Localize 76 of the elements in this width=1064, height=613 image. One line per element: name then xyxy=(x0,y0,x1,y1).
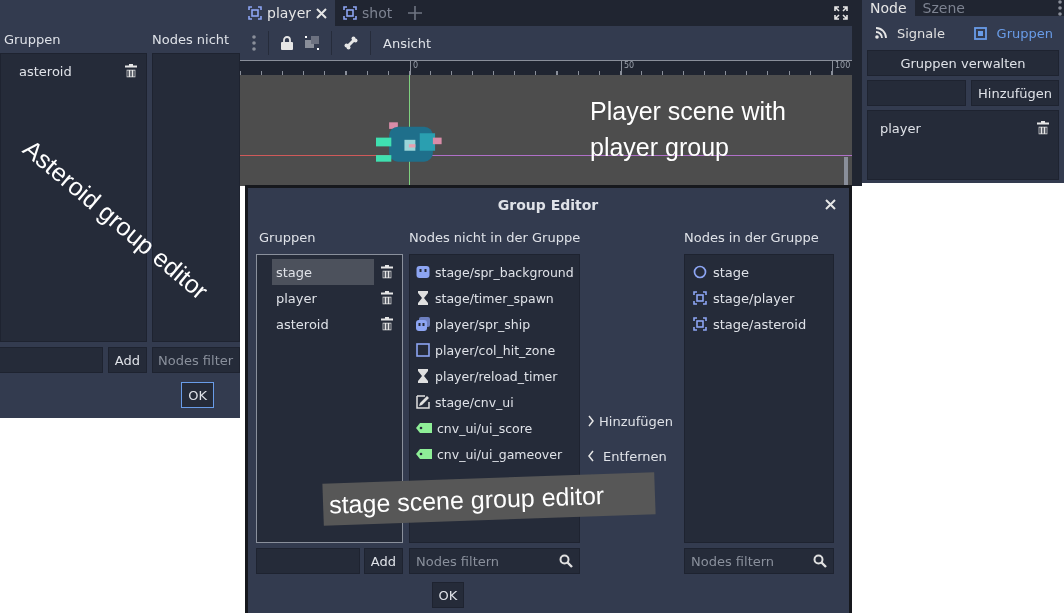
trash-icon[interactable] xyxy=(380,316,394,332)
expand-icon[interactable] xyxy=(834,6,848,20)
plus-icon[interactable] xyxy=(408,6,423,20)
add-button[interactable]: Add xyxy=(363,548,403,574)
pencil-square-icon xyxy=(416,395,430,409)
scene-tab[interactable]: shot xyxy=(335,0,401,26)
column-heading: Nodes nicht in der Gruppe xyxy=(409,230,581,245)
section-tab[interactable]: Gruppen xyxy=(973,22,1053,44)
manage-groups-button[interactable]: Gruppen verwalten xyxy=(867,50,1059,76)
lock-icon[interactable] xyxy=(281,36,293,50)
remove-node-button[interactable]: Entfernen xyxy=(588,448,667,464)
circle-icon xyxy=(693,265,707,279)
node-item[interactable]: player/spr_ship xyxy=(414,311,575,337)
bone-icon[interactable] xyxy=(344,36,358,50)
scene-tab[interactable]: player xyxy=(240,0,335,26)
node-item[interactable]: cnv_ui/ui_score xyxy=(414,415,575,441)
tag-icon xyxy=(416,448,432,460)
node-item[interactable]: stage/cnv_ui xyxy=(414,389,575,415)
group-item[interactable]: stage xyxy=(272,259,374,285)
node-item[interactable]: stage/player xyxy=(689,285,829,311)
search-icon[interactable] xyxy=(813,554,827,568)
more-icon[interactable] xyxy=(1058,0,1062,16)
hourglass-icon xyxy=(416,369,430,383)
column-heading: Gruppen xyxy=(259,230,316,245)
node-item[interactable]: player/col_hit_zone xyxy=(414,337,575,363)
node-item[interactable]: stage/asteroid xyxy=(689,311,829,337)
node-item[interactable]: cnv_ui/ui_gameover xyxy=(414,441,575,467)
node-item[interactable]: stage xyxy=(689,259,829,285)
annotation: Player scene with player group xyxy=(590,96,787,163)
hourglass-icon xyxy=(416,291,430,305)
trash-icon[interactable] xyxy=(124,63,138,79)
dock-tab[interactable]: Node xyxy=(862,0,915,16)
view-menu[interactable]: Ansicht xyxy=(383,35,431,51)
add-node-button[interactable]: Hinzufügen xyxy=(588,413,673,429)
add-button[interactable]: Hinzufügen xyxy=(971,80,1059,106)
column-heading: Nodes in der Gruppe xyxy=(684,230,819,245)
add-button[interactable]: Add xyxy=(107,347,147,373)
group-item[interactable]: asteroid xyxy=(11,58,76,84)
frame-icon xyxy=(343,6,357,20)
chevron-left-icon xyxy=(588,450,594,462)
filter-field[interactable]: Nodes filtern xyxy=(409,548,580,574)
filter-field[interactable]: Nodes filter xyxy=(152,347,240,373)
dialog-title: Group Editor xyxy=(497,196,599,213)
search-icon[interactable] xyxy=(559,554,573,568)
tag-icon xyxy=(416,422,432,434)
stacked-robot-icon xyxy=(416,317,430,331)
trash-icon[interactable] xyxy=(1036,120,1050,136)
group-name-field[interactable] xyxy=(867,80,966,106)
column-heading: Gruppen xyxy=(3,31,61,47)
dock-tab[interactable]: Szene xyxy=(914,0,973,16)
frame-icon xyxy=(248,6,262,20)
squares-icon[interactable] xyxy=(305,36,319,50)
close-icon[interactable] xyxy=(825,199,836,210)
more-icon[interactable] xyxy=(252,35,256,51)
trash-icon[interactable] xyxy=(380,264,394,280)
section-tab[interactable]: Signale xyxy=(875,22,945,44)
frame-icon xyxy=(693,291,707,305)
group-name-field[interactable] xyxy=(256,548,360,574)
node-item[interactable]: stage/timer_spawn xyxy=(414,285,575,311)
ok-button[interactable]: OK xyxy=(431,582,465,608)
group-item[interactable]: asteroid xyxy=(272,311,374,337)
group-name-field[interactable] xyxy=(0,347,103,373)
column-heading: Nodes nicht xyxy=(152,31,230,47)
robot-icon xyxy=(416,265,430,279)
group-item[interactable]: player xyxy=(272,285,374,311)
chevron-right-icon xyxy=(588,415,594,427)
group-item[interactable]: player xyxy=(872,115,925,141)
node-item[interactable]: player/reload_timer xyxy=(414,363,575,389)
square-icon xyxy=(416,343,430,357)
ok-button[interactable]: OK xyxy=(181,382,214,408)
rss-icon xyxy=(875,27,887,39)
close-icon[interactable] xyxy=(316,7,327,19)
frame-icon xyxy=(693,317,707,331)
trash-icon[interactable] xyxy=(380,290,394,306)
filter-field[interactable]: Nodes filtern xyxy=(684,548,834,574)
node-item[interactable]: stage/spr_background xyxy=(414,259,575,285)
